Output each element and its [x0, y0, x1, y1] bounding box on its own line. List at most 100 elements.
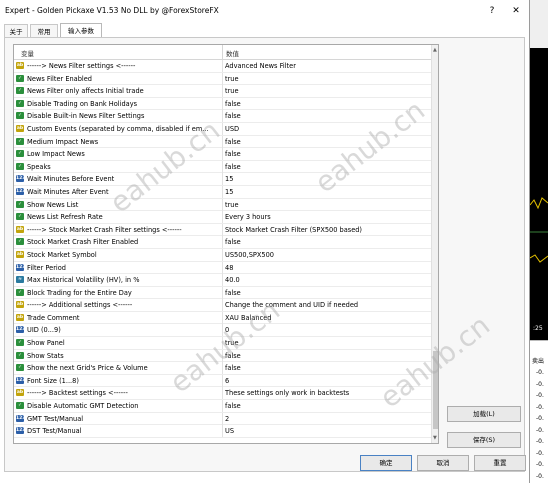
variable-value[interactable]: 6 — [225, 377, 429, 385]
table-row[interactable]: ✓ Show News List true — [14, 198, 431, 212]
variable-value[interactable]: true — [225, 201, 429, 209]
cell-divider — [222, 400, 223, 413]
variable-value[interactable]: true — [225, 339, 429, 347]
title-bar[interactable]: Expert - Golden Pickaxe V1.53 No DLL by … — [0, 0, 530, 22]
string-type-icon: ab — [16, 250, 24, 258]
table-row[interactable]: ✓ Disable Trading on Bank Holidays false — [14, 97, 431, 111]
variable-value[interactable]: 15 — [225, 188, 429, 196]
terminal-value: -0. — [536, 461, 544, 468]
variable-value[interactable]: true — [225, 75, 429, 83]
table-row[interactable]: ab ------> Backtest settings <------ These… — [14, 387, 431, 401]
variable-name: Disable Built-in News Filter Settings — [27, 112, 145, 121]
tab-about[interactable]: 关于 — [4, 24, 28, 38]
variable-name: Filter Period — [27, 263, 66, 272]
variable-name: Disable Trading on Bank Holidays — [27, 99, 138, 108]
chart-lines — [530, 197, 548, 263]
table-row[interactable]: ab Custom Events (separated by comma, dis… — [14, 122, 431, 136]
variable-value[interactable]: false — [225, 100, 429, 108]
column-header-value[interactable]: 数值 — [226, 48, 239, 58]
table-row[interactable]: ✓ News Filter Enabled true — [14, 72, 431, 86]
table-row[interactable]: 123 UID (0...9) 0 — [14, 324, 431, 338]
variable-value[interactable]: false — [225, 402, 429, 410]
scrollbar-thumb[interactable] — [433, 351, 438, 429]
variable-value[interactable]: 0 — [225, 326, 429, 334]
close-button[interactable]: ✕ — [508, 3, 524, 19]
tab-common[interactable]: 常用 — [30, 24, 58, 38]
expert-properties-dialog: Expert - Golden Pickaxe V1.53 No DLL by … — [0, 0, 530, 483]
table-row[interactable]: ✓ Stock Market Crash Filter Enabled false — [14, 236, 431, 249]
variable-value[interactable]: false — [225, 150, 429, 158]
variable-value[interactable]: XAU Balanced — [225, 314, 429, 322]
cell-divider — [222, 148, 223, 161]
help-button[interactable]: ? — [484, 3, 500, 19]
integer-type-icon: 123 — [16, 326, 26, 334]
table-row[interactable]: ab Trade Comment XAU Balanced — [14, 311, 431, 325]
variable-value[interactable]: false — [225, 289, 429, 297]
variable-value[interactable]: false — [225, 112, 429, 120]
table-row[interactable]: ✓ News Filter only affects Initial trade t… — [14, 85, 431, 98]
boolean-type-icon: ✓ — [16, 213, 24, 221]
variable-value[interactable]: These settings only work in backtests — [225, 389, 429, 397]
reset-button[interactable]: 重置 — [474, 455, 526, 471]
grid-header: 变量 数值 — [14, 45, 431, 60]
ok-button[interactable]: 确定 — [360, 455, 412, 471]
variable-name: Wait Minutes Before Event — [27, 175, 115, 184]
variable-name: ------> News Filter settings <------ — [27, 62, 136, 70]
variable-value[interactable]: false — [225, 138, 429, 146]
variable-value[interactable]: 48 — [225, 264, 429, 272]
string-type-icon: ab — [16, 313, 24, 321]
variable-value[interactable]: Advanced News Filter — [225, 62, 429, 70]
variable-name: Max Historical Volatility (HV), in % — [27, 276, 140, 285]
table-row[interactable]: 123 Wait Minutes After Event 15 — [14, 185, 431, 199]
variable-value[interactable]: 40.0 — [225, 276, 429, 284]
cell-divider — [222, 236, 223, 249]
table-row[interactable]: ✓ Low Impact News false — [14, 148, 431, 161]
string-type-icon: ab — [16, 124, 24, 132]
table-row[interactable]: ab ------> Stock Market Crash Filter sett… — [14, 223, 431, 237]
table-row[interactable]: ✓ Show the next Grid's Price & Volume fals… — [14, 362, 431, 375]
scroll-down-icon[interactable]: ▼ — [433, 435, 437, 441]
table-row[interactable]: 123 Filter Period 48 — [14, 261, 431, 275]
variable-value[interactable]: true — [225, 87, 429, 95]
table-row[interactable]: ✓ Block Trading for the Entire Day false — [14, 286, 431, 300]
table-row[interactable]: ✓ Show Stats false — [14, 349, 431, 363]
variable-value[interactable]: Stock Market Crash Filter (SPX500 based) — [225, 226, 429, 234]
variable-value[interactable]: US — [225, 427, 429, 435]
column-divider[interactable] — [222, 45, 223, 59]
variable-value[interactable]: USD — [225, 125, 429, 133]
variable-value[interactable]: false — [225, 238, 429, 246]
variable-name: GMT Test/Manual — [27, 414, 84, 423]
table-row[interactable]: ✓ Speaks false — [14, 160, 431, 174]
load-button[interactable]: 加载(L) — [447, 406, 521, 422]
table-row[interactable]: 123 DST Test/Manual US — [14, 425, 431, 438]
variable-value[interactable]: 15 — [225, 175, 429, 183]
variable-value[interactable]: 2 — [225, 415, 429, 423]
column-header-variable[interactable]: 变量 — [21, 48, 34, 58]
table-row[interactable]: ab ------> Additional settings <------ Cha… — [14, 299, 431, 312]
table-row[interactable]: ab Stock Market Symbol US500,SPX500 — [14, 248, 431, 262]
table-row[interactable]: 123 Wait Minutes Before Event 15 — [14, 173, 431, 186]
scroll-up-icon[interactable]: ▲ — [433, 47, 437, 53]
table-row[interactable]: ✓ Show Panel true — [14, 337, 431, 350]
variable-name: Show News List — [27, 200, 79, 209]
table-row[interactable]: ✓ Medium Impact News false — [14, 135, 431, 149]
variable-value[interactable]: Every 3 hours — [225, 213, 429, 221]
table-row[interactable]: 123 Font Size (1...8) 6 — [14, 374, 431, 388]
table-row[interactable]: ✓ Disable Built-in News Filter Settings fa… — [14, 110, 431, 123]
save-button[interactable]: 保存(S) — [447, 432, 521, 448]
variable-value[interactable]: false — [225, 364, 429, 372]
table-row[interactable]: ✓ Disable Automatic GMT Detection false — [14, 400, 431, 413]
variable-value[interactable]: Change the comment and UID if needed — [225, 301, 429, 309]
variable-value[interactable]: false — [225, 352, 429, 360]
cell-divider — [222, 185, 223, 198]
table-row[interactable]: ✓ News List Refresh Rate Every 3 hours — [14, 211, 431, 224]
grid-rows: ab ------> News Filter settings <------ Ad… — [14, 60, 431, 438]
table-row[interactable]: ab ------> News Filter settings <------ Ad… — [14, 60, 431, 73]
table-row[interactable]: 123 GMT Test/Manual 2 — [14, 412, 431, 426]
table-row[interactable]: ≈ Max Historical Volatility (HV), in % 40.… — [14, 274, 431, 287]
variable-value[interactable]: US500,SPX500 — [225, 251, 429, 259]
cancel-button[interactable]: 取消 — [417, 455, 469, 471]
terminal-value: -0. — [536, 438, 544, 445]
variable-value[interactable]: false — [225, 163, 429, 171]
vertical-scrollbar[interactable]: ▲ ▼ — [431, 45, 438, 443]
